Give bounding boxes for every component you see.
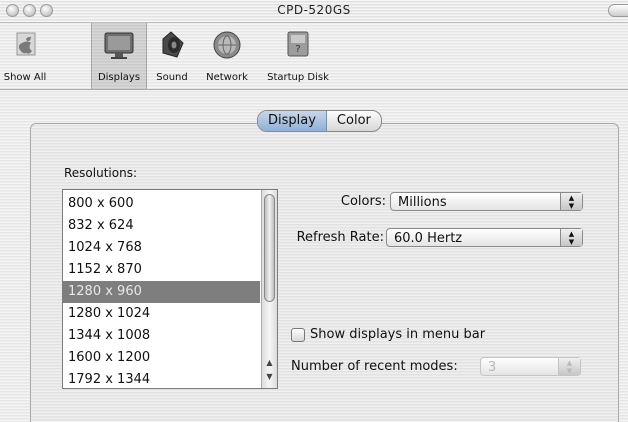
vertical-scrollbar[interactable]: ▲ ▼ [261,190,277,388]
scroll-down-arrow-icon[interactable]: ▼ [262,370,277,384]
recent-modes-popup[interactable]: 3 ▲ ▼ [480,357,581,376]
toolbar-item-sound[interactable]: Sound [150,23,194,89]
toolbar-label: Show All [3,72,47,83]
resolutions-list[interactable]: 800 x 600 832 x 624 1024 x 768 1152 x 87… [62,189,278,389]
list-item[interactable]: 1152 x 870 [63,259,260,281]
tab-color[interactable]: Color [327,111,381,131]
toolbar-toggle-button[interactable] [608,4,628,17]
scroll-up-arrow-icon[interactable]: ▲ [262,356,277,370]
popup-arrows-icon: ▲ ▼ [558,358,580,375]
recent-modes-label: Number of recent modes: [291,359,458,374]
refresh-rate-label: Refresh Rate: [296,230,384,245]
tab-bar: Display Color [257,110,382,132]
toolbar-label: Displays [97,72,141,83]
tab-display[interactable]: Display [258,111,327,131]
list-item[interactable]: 1024 x 768 [63,237,260,259]
title-bar: CPD-520GS [0,0,628,23]
svg-text:?: ? [295,44,300,55]
popup-arrows-icon: ▲ ▼ [560,193,582,210]
list-item[interactable]: 832 x 624 [63,215,260,237]
recent-modes-value: 3 [488,360,497,375]
display-icon [104,32,134,59]
refresh-rate-popup[interactable]: 60.0 Hertz ▲ ▼ [386,228,583,247]
list-item[interactable]: 1600 x 1200 [63,347,260,369]
apple-icon [16,32,36,56]
list-item[interactable]: 1344 x 1008 [63,325,260,347]
list-item[interactable]: 800 x 600 [63,193,260,215]
toolbar: Show All Displays Sound Network ? Startu… [0,23,628,90]
list-item[interactable]: 1280 x 1024 [63,303,260,325]
colors-popup[interactable]: Millions ▲ ▼ [390,192,583,211]
toolbar-label: Network [206,72,248,83]
refresh-rate-value: 60.0 Hertz [394,231,463,246]
window-title: CPD-520GS [277,3,351,17]
window: CPD-520GS Show All Displays Sound Networ… [0,0,628,422]
toolbar-label: Startup Disk [267,72,329,83]
speaker-icon [162,31,184,58]
show-displays-label[interactable]: Show displays in menu bar [310,327,485,342]
disk-icon: ? [287,31,309,57]
colors-label: Colors: [340,194,386,209]
colors-value: Millions [398,195,447,210]
list-item-selected[interactable]: 1280 x 960 [63,281,260,303]
globe-icon [213,31,241,59]
list-item[interactable]: 1792 x 1344 [63,369,260,388]
scrollbar-thumb[interactable] [264,194,275,302]
toolbar-item-network[interactable]: Network [198,23,256,89]
toolbar-item-displays[interactable]: Displays [91,23,147,89]
toolbar-label: Sound [156,72,188,83]
toolbar-item-show-all[interactable]: Show All [2,23,48,89]
resolutions-label: Resolutions: [64,166,137,180]
popup-arrows-icon: ▲ ▼ [560,229,582,246]
toolbar-item-startup-disk[interactable]: ? Startup Disk [260,23,336,89]
show-displays-checkbox[interactable] [291,328,305,342]
